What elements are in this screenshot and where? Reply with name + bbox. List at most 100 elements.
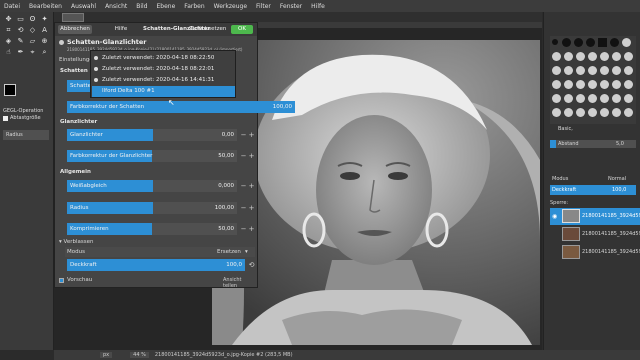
split-view-toggle[interactable]: Ansicht teilen <box>223 277 257 289</box>
layer-row[interactable]: 21800141185_3924d5923 <box>550 244 640 261</box>
whitepoint-minus-icon[interactable]: − <box>240 180 247 192</box>
menu-item[interactable]: Fenster <box>280 3 302 10</box>
brush-swatch[interactable] <box>624 52 633 61</box>
preview-checkbox[interactable] <box>59 277 64 283</box>
brush-swatch[interactable] <box>552 52 561 61</box>
menu-item[interactable]: Bild <box>136 3 147 10</box>
menu-item[interactable]: Werkzeuge <box>214 3 247 10</box>
brush-swatch[interactable] <box>564 52 573 61</box>
reset-button[interactable]: Zurücksetzen <box>189 25 226 34</box>
mode-combo[interactable]: Modus Ersetzen ▾ <box>65 247 255 257</box>
brush-swatch[interactable] <box>552 39 558 45</box>
shadows-color-slider[interactable]: Farbkorrektur der Schatten 100,00 <box>67 101 295 113</box>
clone-icon[interactable]: ⊕ <box>40 37 49 46</box>
brush-swatch[interactable] <box>600 80 609 89</box>
transform-icon[interactable]: ⟲ <box>16 26 25 35</box>
layer-row[interactable]: 21800141185_3924d5923 <box>550 226 640 243</box>
eye-icon[interactable]: ◉ <box>552 213 557 220</box>
brush-swatch[interactable] <box>552 66 561 75</box>
sample-merged-checkbox[interactable] <box>3 115 8 121</box>
brush-swatch[interactable] <box>612 66 621 75</box>
brush-swatch[interactable] <box>574 38 583 47</box>
brush-swatch[interactable] <box>612 52 621 61</box>
compress-plus-icon[interactable]: + <box>248 223 255 235</box>
brush-swatch[interactable] <box>588 52 597 61</box>
layer-mode-row[interactable]: Modus Normal <box>550 175 636 183</box>
move-tool-icon[interactable]: ✥ <box>4 15 13 24</box>
brush-swatch[interactable] <box>624 94 633 103</box>
brush-swatch[interactable] <box>612 80 621 89</box>
brush-swatch[interactable] <box>576 52 585 61</box>
brush-swatch[interactable] <box>612 108 621 117</box>
spacing-slider[interactable]: Abstand 5,0 <box>550 140 636 148</box>
brush-swatch[interactable] <box>612 94 621 103</box>
brush-swatch[interactable] <box>586 38 595 47</box>
brush-swatch[interactable] <box>588 80 597 89</box>
text-tool-icon[interactable]: A <box>40 26 49 35</box>
brush-swatch[interactable] <box>576 94 585 103</box>
menu-item[interactable]: Hilfe <box>311 3 325 10</box>
compress-minus-icon[interactable]: − <box>240 223 247 235</box>
menu-item[interactable]: Bearbeiten <box>29 3 62 10</box>
radius-slider[interactable]: Radius 100,00 <box>67 202 237 214</box>
preset-item[interactable]: Zuletzt verwendet: 2020-04-18 08:22:01 <box>92 64 235 75</box>
brush-swatch[interactable] <box>588 94 597 103</box>
highlights-plus-icon[interactable]: + <box>248 129 255 141</box>
menu-item[interactable]: Ansicht <box>105 3 127 10</box>
highlights-color-plus-icon[interactable]: + <box>248 150 255 162</box>
unit-select[interactable]: px <box>100 352 113 358</box>
brush-swatch[interactable] <box>624 66 633 75</box>
brush-swatch[interactable] <box>588 66 597 75</box>
cancel-button[interactable]: Abbrechen <box>58 25 92 34</box>
lasso-icon[interactable]: ʘ <box>28 15 37 24</box>
brush-swatch[interactable] <box>600 52 609 61</box>
highlights-color-minus-icon[interactable]: − <box>240 150 247 162</box>
path-icon[interactable]: ✒ <box>16 48 25 57</box>
opacity-reset-icon[interactable]: ⟲ <box>248 259 255 271</box>
opacity-slider[interactable]: Deckkraft 100,0 <box>67 259 245 271</box>
brush-swatch[interactable] <box>562 38 571 47</box>
brush-icon[interactable]: ✎ <box>16 37 25 46</box>
foreground-color-swatch[interactable] <box>4 84 16 96</box>
brush-swatch[interactable] <box>576 108 585 117</box>
brush-swatch[interactable] <box>600 108 609 117</box>
brush-swatch[interactable] <box>600 66 609 75</box>
crop-icon[interactable]: ⌗ <box>4 26 13 35</box>
menu-item[interactable]: Datei <box>4 3 20 10</box>
brush-swatch[interactable] <box>610 38 619 47</box>
brush-swatch[interactable] <box>576 80 585 89</box>
brush-swatch[interactable] <box>552 80 561 89</box>
menu-item[interactable]: Farben <box>184 3 204 10</box>
warp-icon[interactable]: ◇ <box>28 26 37 35</box>
preset-item-selected[interactable]: Ilford Delta 100 #1 <box>92 86 235 97</box>
brush-swatch[interactable] <box>622 38 631 47</box>
image-tab[interactable] <box>62 13 84 22</box>
picker-icon[interactable]: ⌖ <box>28 48 37 57</box>
canvas-image[interactable] <box>212 40 540 345</box>
layer-row-active[interactable]: ◉ 21800141185_3924d5923 <box>550 208 640 225</box>
bucket-icon[interactable]: ◈ <box>4 37 13 46</box>
menu-item[interactable]: Filter <box>256 3 271 10</box>
whitepoint-slider[interactable]: Weißabgleich 0,000 <box>67 180 237 192</box>
highlights-minus-icon[interactable]: − <box>240 129 247 141</box>
help-button[interactable]: Hilfe <box>111 25 131 34</box>
menu-item[interactable]: Ebene <box>157 3 176 10</box>
menu-item[interactable]: Auswahl <box>71 3 96 10</box>
compress-slider[interactable]: Komprimieren 50,00 <box>67 223 237 235</box>
eraser-icon[interactable]: ▱ <box>28 37 37 46</box>
layer-opacity-slider[interactable]: Deckkraft 100,0 <box>550 185 636 195</box>
tool-radius-slider[interactable]: Radius <box>3 130 49 140</box>
brush-swatch[interactable] <box>552 108 561 117</box>
brush-swatch[interactable] <box>598 38 607 47</box>
highlights-slider[interactable]: Glanzlichter 0,00 <box>67 129 237 141</box>
preset-item[interactable]: Zuletzt verwendet: 2020-04-16 14:41:31 <box>92 75 235 86</box>
zoom-select[interactable]: 44 % <box>130 352 149 358</box>
brush-swatch[interactable] <box>624 108 633 117</box>
ok-button[interactable]: OK <box>231 25 253 34</box>
blend-expander[interactable]: ▾ Verblassen <box>59 239 94 245</box>
zoom-icon[interactable]: ⌕ <box>40 48 49 57</box>
brush-swatch[interactable] <box>552 94 561 103</box>
brush-swatch[interactable] <box>588 108 597 117</box>
brush-swatch[interactable] <box>600 94 609 103</box>
brush-swatch[interactable] <box>564 80 573 89</box>
